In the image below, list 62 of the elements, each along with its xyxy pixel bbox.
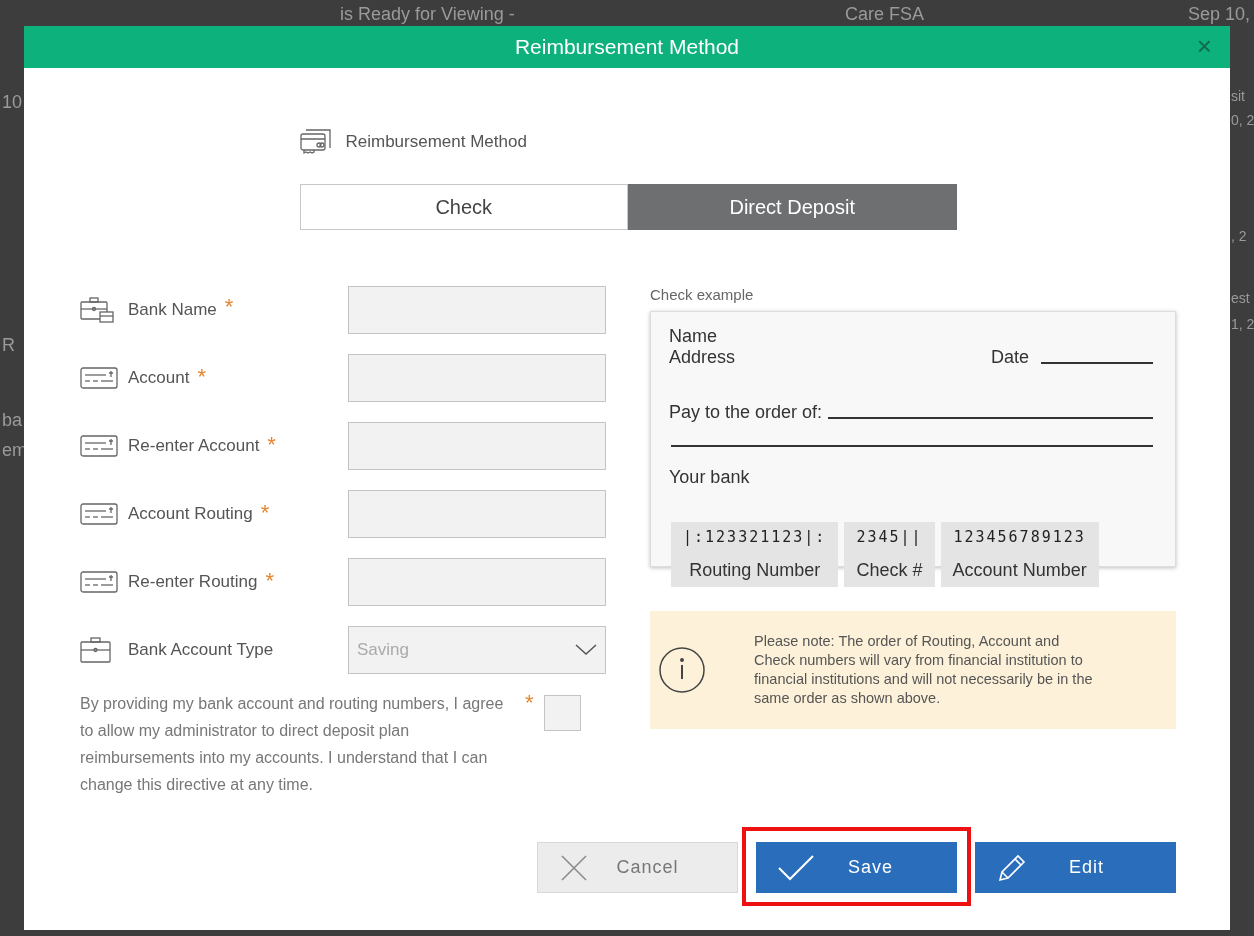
cancel-button[interactable]: Cancel <box>537 842 738 893</box>
card-icon <box>80 367 118 389</box>
input-field[interactable] <box>348 422 606 470</box>
field-label: Re-enter Account <box>128 436 260 456</box>
background-text: 10 <box>2 92 23 113</box>
field-label: Bank Name <box>128 300 217 320</box>
note-text: Please note: The order of Routing, Account and Check numbers will vary from financial institution to financial institutions and will not necessarily be in the same order as shown above. <box>754 632 1094 708</box>
pencil-icon <box>997 852 1027 883</box>
required-asterisk: * <box>265 568 275 594</box>
background-text: , 2 <box>1231 228 1247 244</box>
card-icon <box>80 503 118 525</box>
required-asterisk: * <box>260 500 270 526</box>
number-caption: Account Number <box>952 560 1087 581</box>
required-asterisk: * <box>267 432 276 458</box>
check-text: Date <box>990 347 1029 368</box>
input-field[interactable] <box>348 286 606 334</box>
number-caption: Check # <box>856 560 923 581</box>
input-field[interactable] <box>348 490 606 538</box>
micr-digits: |:123321123|: <box>683 527 827 546</box>
field-label: Re-enter Routing <box>128 572 258 592</box>
card-icon <box>80 571 118 593</box>
micr-digits: 2345|| <box>856 527 923 546</box>
check-text: Name <box>669 326 718 347</box>
field-label: Bank Account Type <box>128 640 274 660</box>
background-text: Care FSA <box>845 4 925 25</box>
background-text: sit <box>1231 88 1245 104</box>
dialog-title: Reimbursement Method <box>514 35 740 59</box>
background-text: Sep 10, <box>1188 4 1251 25</box>
chevron-down-icon <box>575 644 597 656</box>
background-text: R <box>2 335 15 356</box>
field-label: Account Routing <box>128 504 253 524</box>
tab[interactable]: Direct Deposit <box>628 184 957 230</box>
briefcase-icon <box>80 296 114 324</box>
check-text: Pay to the order of: <box>669 402 823 423</box>
check-example-label: Check example <box>650 286 755 303</box>
number-caption: Routing Number <box>689 560 821 581</box>
card-icon <box>80 435 118 457</box>
background-text: 0, 2 <box>1231 112 1254 128</box>
background-text: est <box>1231 290 1250 306</box>
input-field[interactable] <box>348 354 606 402</box>
info-icon <box>658 646 706 694</box>
check-text: Your bank <box>669 467 751 488</box>
required-asterisk: * <box>224 294 234 320</box>
briefcase-icon <box>80 636 112 664</box>
micr-digits: 123456789123 <box>953 527 1086 546</box>
background-text: ba <box>2 410 23 431</box>
field-label: Account <box>128 368 190 388</box>
background-text: 1, 2 <box>1231 316 1254 332</box>
required-asterisk: * <box>197 364 206 390</box>
required-asterisk: * <box>525 690 534 717</box>
edit-button[interactable]: Edit <box>975 842 1176 893</box>
save-button[interactable]: Save <box>756 842 957 893</box>
consent-text: By providing my bank account and routing numbers, I agree to allow my administrator to direct deposit plan reimbursements into my accounts. I understand that I can change this directive at any time. <box>80 694 505 795</box>
close-icon <box>560 853 588 882</box>
card-receipt-icon <box>299 128 332 156</box>
consent-checkbox[interactable] <box>543 695 581 731</box>
background-text: is Ready for Viewing - <box>340 4 515 25</box>
section-title: Reimbursement Method <box>345 132 527 152</box>
tab[interactable]: Check <box>299 184 628 230</box>
input-field[interactable] <box>348 558 606 606</box>
check-text: Address <box>669 347 736 368</box>
checkmark-icon <box>778 854 814 881</box>
